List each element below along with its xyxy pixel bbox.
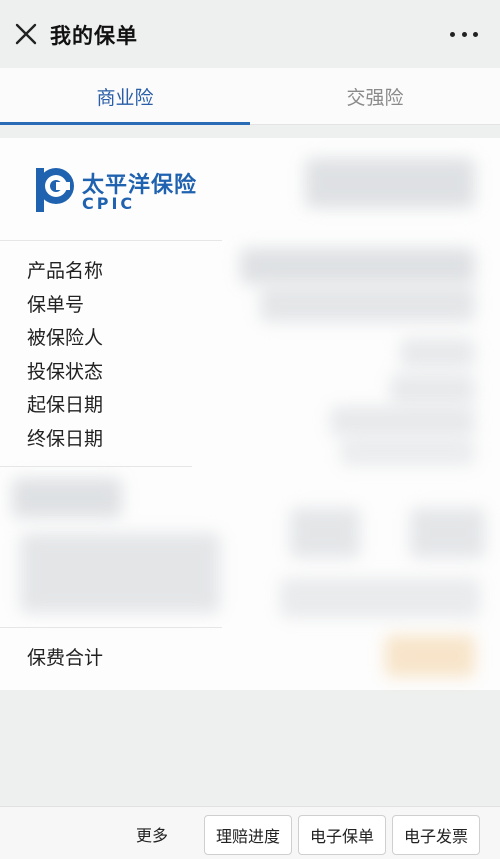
redacted-values <box>260 286 475 322</box>
redacted-values <box>240 248 475 284</box>
redacted-coverage <box>410 508 485 558</box>
field-label-product-name: 产品名称 <box>27 260 104 282</box>
redacted-coverage <box>20 533 220 613</box>
e-policy-button[interactable]: 电子保单 <box>298 815 386 855</box>
field-label-insured: 被保险人 <box>27 327 104 349</box>
tab-compulsory-insurance[interactable]: 交强险 <box>250 68 500 124</box>
divider <box>0 627 222 628</box>
policy-type-tabs: 商业险 交强险 <box>0 68 500 125</box>
redacted-values <box>330 406 475 436</box>
claim-progress-button[interactable]: 理赔进度 <box>204 815 292 855</box>
field-label-policy-number: 保单号 <box>27 293 85 316</box>
redacted-coverage <box>280 578 480 618</box>
field-label-end-date: 终保日期 <box>27 427 104 450</box>
field-label-status: 投保状态 <box>27 360 104 383</box>
more-button[interactable]: 更多 <box>136 822 168 846</box>
bottom-action-bar: 更多 理赔进度 电子保单 电子发票 <box>0 806 500 859</box>
more-horizontal-icon[interactable] <box>450 24 478 44</box>
redacted-plate <box>305 158 475 208</box>
premium-total-label: 保费合计 <box>27 647 104 669</box>
insurer-logo: 太平洋保险 CPIC <box>34 164 204 220</box>
top-bar: 我的保单 <box>0 0 500 68</box>
redacted-coverage <box>290 508 360 558</box>
policy-card[interactable]: 太平洋保险 CPIC 产品名称 保单号 被保险人 投保状态 起保日期 终保日期 … <box>0 138 500 690</box>
close-icon[interactable] <box>14 22 38 46</box>
e-invoice-button[interactable]: 电子发票 <box>392 815 480 855</box>
divider <box>0 466 192 467</box>
redacted-values <box>400 338 475 368</box>
insurer-name-en: CPIC <box>82 194 136 213</box>
redacted-values <box>340 438 475 466</box>
tab-commercial-insurance[interactable]: 商业险 <box>0 68 250 125</box>
cpic-logo-icon <box>36 168 74 212</box>
redacted-premium <box>385 635 475 677</box>
divider <box>0 240 222 241</box>
redacted-values <box>390 374 475 404</box>
policy-field-labels: 产品名称 保单号 被保险人 投保状态 起保日期 终保日期 <box>27 255 103 456</box>
redacted-coverage <box>12 478 122 518</box>
page-title: 我的保单 <box>50 24 138 48</box>
field-label-start-date: 起保日期 <box>27 394 104 416</box>
